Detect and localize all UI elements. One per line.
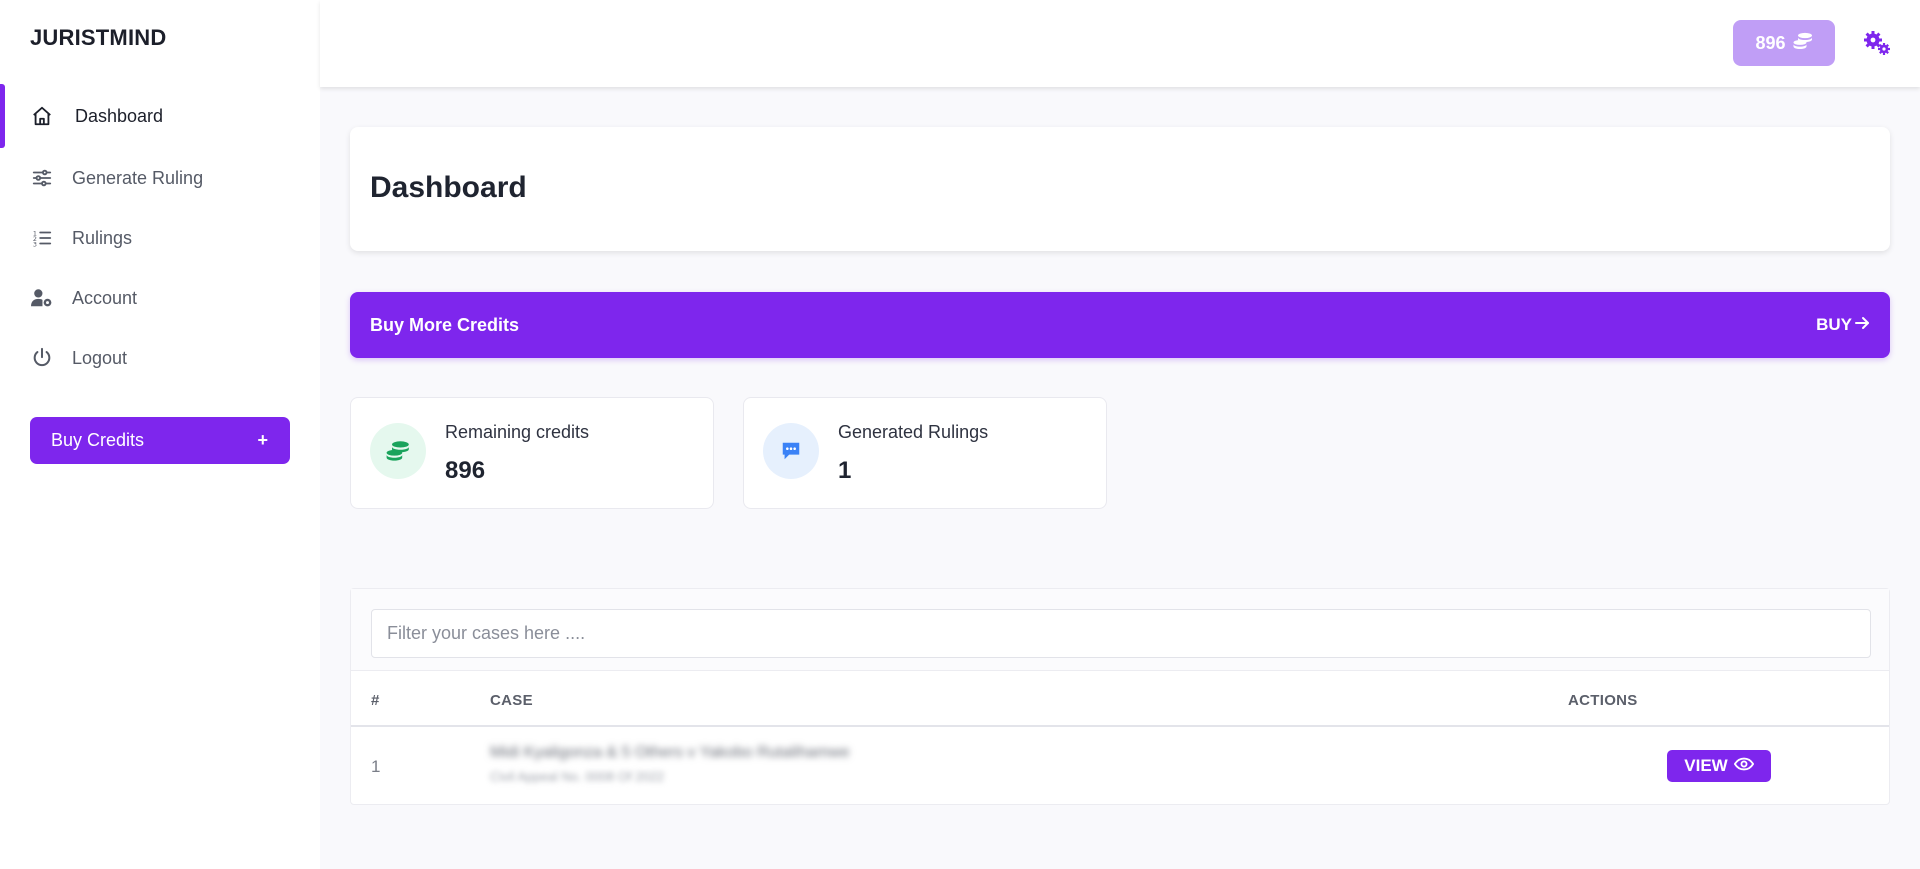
page-title-card: Dashboard [350, 127, 1890, 251]
stat-value: 1 [838, 457, 852, 484]
sidebar-item-logout[interactable]: Logout [0, 328, 320, 388]
list-numbered-icon: 123 [30, 226, 54, 250]
stat-card-generated-rulings: Generated Rulings 1 [743, 397, 1107, 509]
sidebar-item-label: Dashboard [75, 105, 164, 126]
credits-badge[interactable]: 896 [1733, 20, 1835, 66]
power-icon [30, 346, 54, 370]
sidebar-item-label: Account [72, 287, 138, 308]
column-header-actions: ACTIONS [1568, 692, 1638, 709]
eye-icon [1733, 756, 1754, 776]
arrow-right-icon [1854, 315, 1870, 336]
banner-buy-link[interactable]: BUY [1816, 315, 1870, 336]
topbar [320, 0, 1920, 87]
stat-label: Remaining credits [445, 422, 590, 442]
gears-icon[interactable] [1863, 30, 1891, 56]
page-title: Dashboard [370, 171, 527, 204]
view-button[interactable]: VIEW [1667, 750, 1771, 782]
app-root: JURISTMIND Dashboard Generate Ruling 123… [0, 0, 1920, 869]
cases-table: # CASE ACTIONS 1 Midi Kyaligonza & 5 Oth… [350, 588, 1890, 805]
chat-icon [763, 423, 819, 479]
sidebar-item-rulings[interactable]: 123 Rulings [0, 208, 320, 268]
banner-text: Buy More Credits [370, 314, 520, 335]
svg-text:3: 3 [33, 240, 37, 248]
column-header-number: # [371, 692, 380, 709]
row-number: 1 [371, 757, 381, 776]
stat-value: 896 [445, 457, 486, 484]
coins-icon [1793, 32, 1813, 55]
sidebar-item-label: Logout [72, 347, 128, 368]
sidebar-item-account[interactable]: Account [0, 268, 320, 328]
sidebar-item-dashboard[interactable]: Dashboard [0, 84, 320, 148]
sidebar-item-generate-ruling[interactable]: Generate Ruling [0, 148, 320, 208]
coins-icon [370, 423, 426, 479]
active-indicator [0, 84, 5, 148]
table-row: 1 Midi Kyaligonza & 5 Others v Yakobo Ru… [351, 729, 1889, 805]
column-header-case: CASE [490, 692, 533, 709]
filter-input[interactable] [371, 609, 1871, 658]
banner-buy-label: BUY [1816, 315, 1852, 334]
buy-credits-button[interactable]: Buy Credits + [30, 417, 290, 464]
table-header: # CASE ACTIONS [351, 671, 1889, 727]
filter-area [351, 589, 1889, 671]
stat-card-remaining-credits: Remaining credits 896 [350, 397, 714, 509]
view-label: VIEW [1684, 756, 1728, 775]
buy-more-credits-banner: Buy More Credits BUY [350, 292, 1890, 358]
stat-label: Generated Rulings [838, 422, 989, 442]
brand-logo: JURISTMIND [30, 25, 167, 50]
plus-icon: + [257, 430, 268, 450]
credits-count: 896 [1755, 32, 1786, 53]
home-icon [30, 104, 54, 128]
case-title: Midi Kyaligonza & 5 Others v Yakobo Ruta… [490, 744, 850, 761]
sidebar-item-label: Rulings [72, 227, 133, 248]
sidebar: JURISTMIND Dashboard Generate Ruling 123… [0, 0, 320, 869]
buy-credits-label: Buy Credits [51, 430, 145, 450]
sliders-icon [30, 166, 54, 190]
sidebar-item-label: Generate Ruling [72, 167, 204, 188]
case-subtitle: Civil Appeal No. 0008 Of 2022 [490, 769, 665, 784]
user-gear-icon [30, 286, 54, 310]
